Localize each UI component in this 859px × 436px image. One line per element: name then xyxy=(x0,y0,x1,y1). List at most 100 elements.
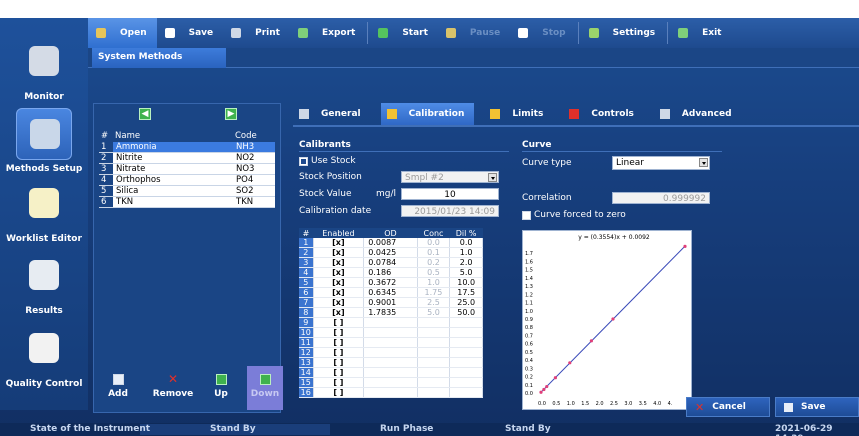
down-button[interactable]: Down xyxy=(247,366,283,410)
main-toolbar: Open Save Print Export Start Pause Stop Setting… xyxy=(88,18,859,48)
calibrant-row[interactable]: 16[ ] xyxy=(299,387,483,398)
calibrant-row[interactable]: 7 [x] 0.9001 2.5 25.0 xyxy=(299,297,483,308)
molecule-icon xyxy=(16,108,72,160)
toolbar-print-button[interactable]: Print xyxy=(223,18,290,48)
save-button[interactable]: Save xyxy=(775,397,859,417)
method-cell-code: TKN xyxy=(233,196,275,208)
toolbar-save-button[interactable]: Save xyxy=(157,18,224,48)
nav-item-worklist-editor[interactable]: Worklist Editor xyxy=(0,178,88,244)
calibrant-cell-dil xyxy=(449,387,483,398)
cancel-button[interactable]: ✕ Cancel xyxy=(686,397,770,417)
stock-position-label: Stock Position xyxy=(299,172,362,182)
calibrant-row[interactable]: 3 [x] 0.0784 0.2 2.0 xyxy=(299,257,483,268)
calibrant-cell-conc xyxy=(417,387,451,398)
use-stock-checkbox[interactable] xyxy=(299,157,308,166)
curve-type-select[interactable]: Linear xyxy=(612,156,710,170)
data-point xyxy=(545,384,549,389)
method-row[interactable]: 1 Ammonia NH3 xyxy=(99,142,275,153)
calibrant-row[interactable]: 1 [x] 0.0087 0.0 0.0 xyxy=(299,238,483,248)
nav-item-results[interactable]: Results xyxy=(0,250,88,316)
method-row[interactable]: 2 Nitrite NO2 xyxy=(99,152,275,164)
stock-position-select[interactable]: Smpl #2 xyxy=(401,171,499,183)
x-tick-label: 0.0 xyxy=(538,401,546,407)
method-row[interactable]: 6 TKN TKN xyxy=(99,196,275,208)
tab-general[interactable]: General xyxy=(293,103,371,125)
tab-label: Limits xyxy=(512,109,544,119)
stock-value-input[interactable]: 10 xyxy=(401,188,499,200)
settings-icon xyxy=(588,28,599,38)
tab-controls[interactable]: Controls xyxy=(563,103,644,125)
calibrant-cell-conc xyxy=(417,337,451,348)
calibrant-row[interactable]: 11[ ] xyxy=(299,337,483,348)
calibrant-row[interactable]: 5 [x] 0.3672 1.0 10.0 xyxy=(299,277,483,288)
data-point xyxy=(542,387,546,392)
calibrant-row[interactable]: 10[ ] xyxy=(299,327,483,338)
toolbar-open-button[interactable]: Open xyxy=(88,18,157,48)
method-row[interactable]: 3 Nitrate NO3 xyxy=(99,163,275,175)
run-phase-label: Run Phase xyxy=(380,424,434,434)
calibrant-row[interactable]: 13[ ] xyxy=(299,357,483,368)
method-row[interactable]: 4 Orthophos PO4 xyxy=(99,174,275,186)
calibrant-cell-od: 0.3672 xyxy=(363,277,418,288)
method-cell-name: Nitrite xyxy=(113,152,233,164)
calibrant-row[interactable]: 6 [x] 0.6345 1.75 17.5 xyxy=(299,287,483,298)
add-button[interactable]: Add xyxy=(99,366,137,410)
tab-advanced[interactable]: Advanced xyxy=(654,103,742,125)
up-button[interactable]: Up xyxy=(205,366,237,410)
nav-label: Results xyxy=(25,306,63,316)
x-tick-label: 1.5 xyxy=(581,401,589,407)
method-row[interactable]: 5 Silica SO2 xyxy=(99,185,275,197)
calibrant-row[interactable]: 9[ ] xyxy=(299,317,483,328)
toolbar-label: Start xyxy=(402,28,428,38)
calibrant-cell-enabled: [ ] xyxy=(313,347,365,358)
calibrant-row[interactable]: 4 [x] 0.186 0.5 5.0 xyxy=(299,267,483,278)
toolbar-start-button[interactable]: Start xyxy=(370,18,438,48)
method-cell-name: Nitrate xyxy=(113,163,233,175)
calibrant-row[interactable]: 15[ ] xyxy=(299,377,483,388)
warning-icon xyxy=(490,109,501,119)
up-label: Up xyxy=(214,389,228,399)
y-tick-label: 0.9 xyxy=(525,317,533,323)
calibrant-row[interactable]: 2 [x] 0.0425 0.1 1.0 xyxy=(299,247,483,258)
stock-position-value: Smpl #2 xyxy=(405,173,444,183)
calibrant-cell-od: 0.0784 xyxy=(363,257,418,268)
calibrant-cell-dil: 0.0 xyxy=(449,238,483,248)
nav-label: Monitor xyxy=(24,92,64,102)
calibrant-cell-n: 7 xyxy=(299,297,314,308)
toolbar-label: Export xyxy=(321,28,356,38)
tab-system-methods[interactable]: System Methods xyxy=(92,48,226,68)
toolbar-export-button[interactable]: Export xyxy=(290,18,365,48)
calibrant-cell-dil: 25.0 xyxy=(449,297,483,308)
toolbar-stop-button[interactable]: Stop xyxy=(510,18,575,48)
y-tick-label: 1.7 xyxy=(525,251,533,257)
calibrant-row[interactable]: 8 [x] 1.7835 5.0 50.0 xyxy=(299,307,483,318)
calibrant-row[interactable]: 12[ ] xyxy=(299,347,483,358)
toolbar-pause-button[interactable]: Pause xyxy=(438,18,510,48)
y-tick-label: 0.3 xyxy=(525,366,533,372)
calibrant-cell-dil: 5.0 xyxy=(449,267,483,278)
nav-label: Quality Control xyxy=(5,379,83,389)
calibrant-row[interactable]: 14[ ] xyxy=(299,367,483,378)
curve-forced-zero-checkbox[interactable] xyxy=(522,211,531,220)
nav-item-methods-setup[interactable]: Methods Setup xyxy=(0,108,88,174)
tab-limits[interactable]: Limits xyxy=(484,103,553,125)
arrow-left-icon[interactable]: ◀ xyxy=(139,108,151,120)
y-tick-label: 0.8 xyxy=(525,325,533,331)
toolbar-exit-button[interactable]: Exit xyxy=(670,18,731,48)
calibrant-cell-od: 0.186 xyxy=(363,267,418,278)
calibrant-cell-enabled: [ ] xyxy=(313,377,365,388)
toolbar-label: Settings xyxy=(612,28,656,38)
nav-item-quality-control[interactable]: Quality Control xyxy=(0,323,88,389)
toolbar-settings-button[interactable]: Settings xyxy=(581,18,665,48)
remove-button[interactable]: ✕ Remove xyxy=(149,366,197,410)
tab-calibration[interactable]: Calibration xyxy=(380,103,475,125)
calibrant-cell-n: 4 xyxy=(299,267,314,278)
x-tick-label: 2.5 xyxy=(610,401,618,407)
calibrant-cell-dil: 1.0 xyxy=(449,247,483,258)
arrow-right-icon[interactable]: ▶ xyxy=(225,108,237,120)
calibrant-cell-n: 3 xyxy=(299,257,314,268)
calibrant-cell-conc xyxy=(417,347,451,358)
left-navigation: Monitor Methods Setup Worklist Editor Resul… xyxy=(0,18,88,410)
save-label: Save xyxy=(801,402,826,412)
nav-item-monitor[interactable]: Monitor xyxy=(0,36,88,102)
